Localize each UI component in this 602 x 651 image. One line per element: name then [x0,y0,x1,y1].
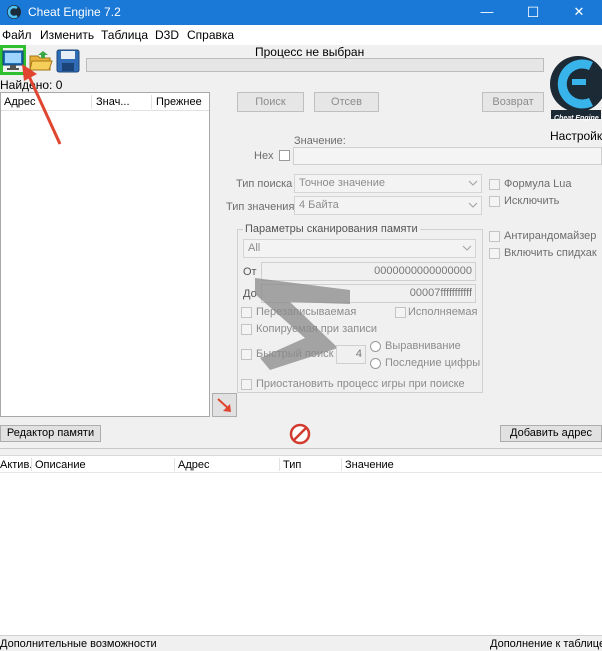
address-table[interactable]: Актив. Описание Адрес Тип Значение [0,455,602,635]
fast-scan-checkbox[interactable] [241,349,252,360]
pause-game-checkbox[interactable] [241,379,252,390]
advanced-options-link[interactable]: Дополнительные возможности [0,638,157,650]
logo-text: Cheat Engine [554,115,599,122]
value-type-value: 4 Байта [299,199,339,211]
column-description[interactable]: Описание [35,459,86,471]
undo-scan-button[interactable]: Возврат [482,92,544,112]
memory-region-value: All [248,242,261,254]
scan-results-button[interactable] [212,393,237,417]
splitter[interactable] [0,448,602,452]
scan-type-select[interactable]: Точное значение [294,174,482,193]
no-sign-icon[interactable] [289,423,311,445]
scan-type-label: Тип поиска [236,178,293,190]
settings-link[interactable]: Настройки [550,129,602,143]
menu-table[interactable]: Таблица [101,28,148,42]
unrandomizer-label: Антирандомайзер [504,230,597,242]
column-previous[interactable]: Прежнее [156,96,202,108]
scan-type-value: Точное значение [299,177,386,189]
value-input[interactable] [293,147,602,165]
maximize-button[interactable]: ☐ [510,0,556,25]
memory-scan-title: Параметры сканирования памяти [243,223,420,235]
writable-label: Перезаписываемая [256,306,357,318]
annotation-arrow-icon [22,64,62,145]
next-scan-button[interactable]: Отсев [314,92,379,112]
close-button[interactable]: ✕ [556,0,602,25]
lua-formula-checkbox[interactable] [489,179,500,190]
fast-scan-label: Быстрый поиск [256,348,334,360]
add-address-button[interactable]: Добавить адрес [500,425,602,442]
alignment-radio[interactable] [370,341,381,352]
column-table-address[interactable]: Адрес [178,459,210,471]
status-bar: Дополнительные возможности Дополнение к … [0,635,602,651]
value-type-select[interactable]: 4 Байта [294,196,482,215]
speedhack-label: Включить спидхак [504,247,597,259]
speedhack-checkbox[interactable] [489,248,500,259]
window-title: Cheat Engine 7.2 [28,5,121,19]
process-label: Процесс не выбран [255,45,365,59]
alignment-label: Выравнивание [385,340,461,352]
cheat-engine-icon [7,5,21,19]
arrow-down-right-icon [217,398,231,412]
column-table-value[interactable]: Значение [345,459,394,471]
copy-on-write-label: Копируемая при записи [256,323,377,335]
table-extras-link[interactable]: Дополнение к таблице [490,638,602,650]
not-label: Исключить [504,195,560,207]
lua-formula-label: Формула Lua [504,178,572,190]
memory-region-select[interactable]: All [243,239,476,258]
chevron-down-icon [468,180,478,186]
last-digits-label: Последние цифры [385,357,481,369]
copy-on-write-checkbox[interactable] [241,324,252,335]
chevron-down-icon [468,202,478,208]
not-checkbox[interactable] [489,196,500,207]
writable-checkbox[interactable] [241,307,252,318]
first-scan-button[interactable]: Поиск [237,92,304,112]
executable-checkbox[interactable] [395,307,406,318]
menu-help[interactable]: Справка [187,28,234,42]
title-bar: Cheat Engine 7.2 — ☐ ✕ [0,0,602,25]
menu-bar: Файл Изменить Таблица D3D Справка [0,25,602,45]
menu-d3d[interactable]: D3D [155,28,179,42]
memory-view-button[interactable]: Редактор памяти [0,425,101,442]
hex-checkbox[interactable] [279,150,290,161]
column-value[interactable]: Знач... [96,96,130,108]
process-progress-bar [86,58,544,72]
fast-scan-input[interactable]: 4 [336,345,366,364]
pause-game-label: Приостановить процесс игры при поиске [256,378,465,390]
value-type-label: Тип значения [226,201,295,213]
column-type[interactable]: Тип [283,459,301,471]
last-digits-radio[interactable] [370,358,381,369]
minimize-button[interactable]: — [464,0,510,25]
value-label: Значение: [294,135,346,147]
chevron-down-icon [462,245,472,251]
executable-label: Исполняемая [408,306,478,318]
menu-edit[interactable]: Изменить [40,28,94,42]
address-table-header: Актив. Описание Адрес Тип Значение [0,456,602,473]
menu-file[interactable]: Файл [2,28,32,42]
hex-label: Hex [254,150,274,162]
unrandomizer-checkbox[interactable] [489,231,500,242]
column-active[interactable]: Актив. [0,459,32,471]
